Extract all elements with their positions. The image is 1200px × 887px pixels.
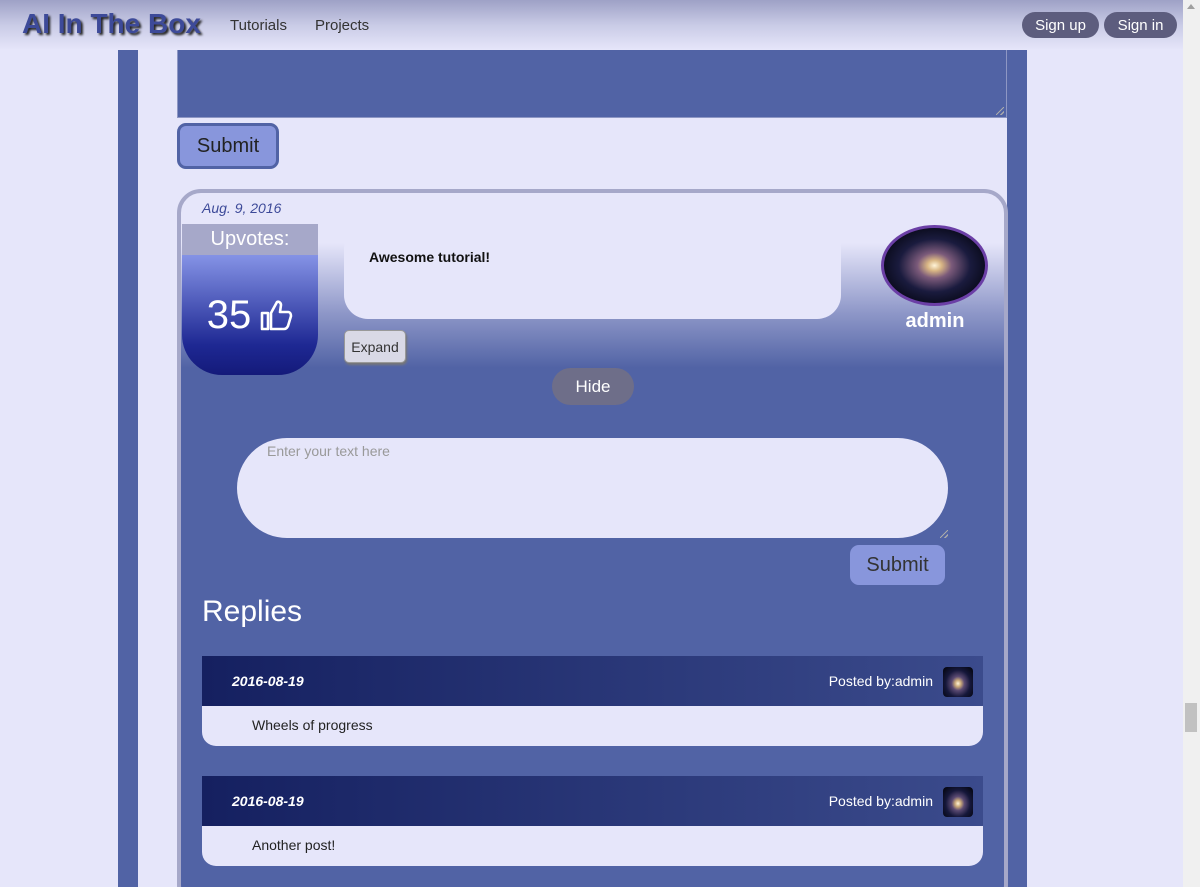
reply-avatar [943, 667, 973, 697]
comment-date: Aug. 9, 2016 [202, 200, 282, 216]
hide-replies-button[interactable]: Hide [552, 368, 634, 405]
reply-text: Wheels of progress [252, 717, 373, 733]
reply-date: 2016-08-19 [232, 793, 304, 809]
reply-text: Another post! [252, 837, 336, 853]
reply-author: Posted by:admin [828, 793, 933, 809]
author-name: admin [905, 310, 965, 332]
reply-item: 2016-08-19 Posted by:admin Wheels of pro… [202, 656, 983, 746]
thumbs-up-icon[interactable] [259, 298, 293, 332]
comment-text: Awesome tutorial! [344, 225, 841, 319]
reply-placeholder: Enter your text here [267, 443, 390, 459]
nav-link-projects[interactable]: Projects [315, 17, 369, 34]
replies-heading: Replies [202, 595, 303, 628]
reply-author: Posted by:admin [828, 673, 933, 689]
upvote-counter: 35 [182, 255, 318, 375]
resize-grip-icon[interactable] [940, 530, 948, 538]
content-column: Submit Aug. 9, 2016 Upvotes: 35 Awesome … [118, 0, 1027, 887]
resize-grip-icon[interactable] [996, 107, 1004, 115]
reply-textarea[interactable]: Enter your text here [237, 438, 948, 538]
upvotes-label: Upvotes: [182, 224, 318, 255]
page-scrollbar[interactable] [1183, 0, 1200, 887]
submit-reply-button[interactable]: Submit [850, 545, 945, 585]
sign-in-button[interactable]: Sign in [1104, 12, 1177, 38]
nav-link-tutorials[interactable]: Tutorials [230, 17, 287, 34]
top-navbar: AI In The Box Tutorials Projects Sign up… [0, 0, 1183, 50]
reply-avatar [943, 787, 973, 817]
reply-header: 2016-08-19 Posted by:admin [202, 776, 983, 826]
sign-up-button[interactable]: Sign up [1022, 12, 1099, 38]
reply-header: 2016-08-19 Posted by:admin [202, 656, 983, 706]
author-avatar [881, 225, 988, 306]
scrollbar-thumb[interactable] [1185, 703, 1197, 732]
content-panel: Submit Aug. 9, 2016 Upvotes: 35 Awesome … [138, 0, 1008, 887]
site-logo[interactable]: AI In The Box [22, 8, 201, 40]
reply-item: 2016-08-19 Posted by:admin Another post! [202, 776, 983, 866]
comment-card: Aug. 9, 2016 Upvotes: 35 Awesome tutoria… [177, 189, 1008, 887]
upvote-count: 35 [206, 292, 252, 337]
reply-date: 2016-08-19 [232, 673, 304, 689]
upvote-box: Upvotes: 35 [182, 224, 318, 375]
scroll-up-arrow-icon[interactable] [1187, 4, 1195, 9]
expand-button[interactable]: Expand [344, 330, 406, 363]
submit-comment-button[interactable]: Submit [177, 123, 279, 169]
